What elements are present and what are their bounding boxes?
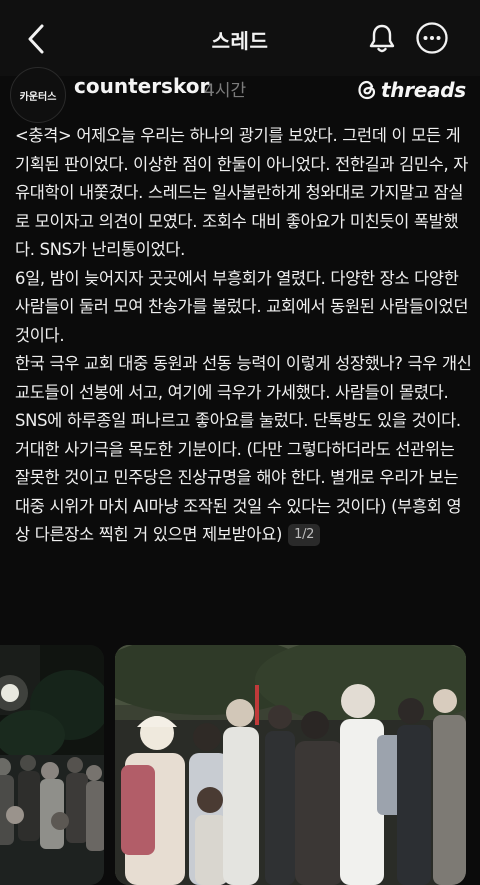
bell-icon [369, 24, 395, 53]
crowd-night-photo [0, 645, 104, 885]
post-paragraph-3: 한국 극우 교회 대중 동원과 선동 능력이 이렇게 성장했나? 극우 개신교도… [15, 350, 473, 550]
threads-icon [358, 80, 376, 100]
avatar[interactable]: 카운터스 [10, 67, 66, 123]
post-time: 4시간 [204, 81, 247, 101]
post-text: <충격> 어제오늘 우리는 하나의 광기를 보았다. 그런데 이 모든 게 기획… [15, 122, 473, 550]
post-paragraph-3-text: 한국 극우 교회 대중 동원과 선동 능력이 이렇게 성장했나? 극우 개신교도… [15, 354, 472, 544]
username[interactable]: counterskor [74, 74, 209, 98]
page-title: 스레드 [211, 29, 269, 53]
notification-button[interactable] [367, 22, 397, 54]
image-gallery[interactable] [0, 645, 480, 885]
post-header: 카운터스 counterskor 4시간 threads [0, 62, 480, 123]
threads-logo: threads [356, 76, 466, 104]
more-horizontal-icon [416, 22, 448, 54]
gallery-image-1[interactable] [0, 645, 104, 885]
gallery-image-2[interactable] [115, 645, 466, 885]
threads-wordmark: threads [381, 78, 466, 102]
post-paragraph-2: 6일, 밤이 늦어지자 곳곳에서 부흥회가 열렸다. 다양한 장소 다양한 사람… [15, 268, 469, 345]
page-indicator-badge: 1/2 [288, 524, 321, 546]
post-paragraph-1: <충격> 어제오늘 우리는 하나의 광기를 보았다. 그런데 이 모든 게 기획… [15, 126, 469, 259]
more-options-button[interactable] [415, 21, 449, 55]
avatar-label: 카운터스 [19, 91, 57, 103]
crowd-evening-photo [115, 645, 466, 885]
